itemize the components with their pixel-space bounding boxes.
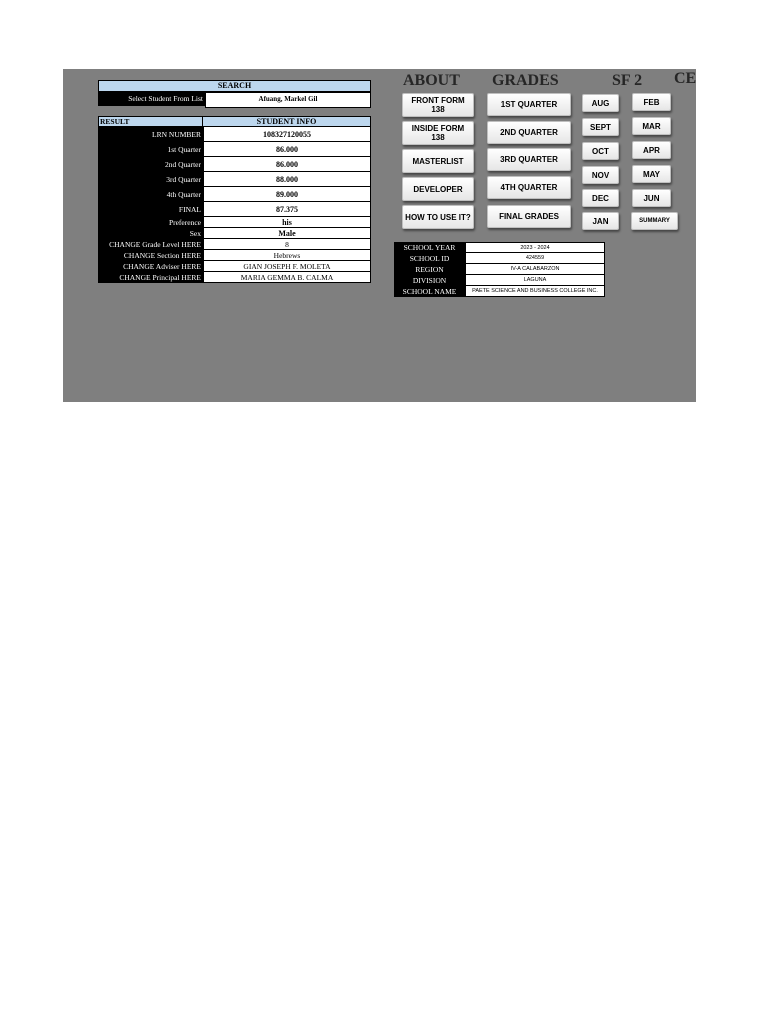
student-info-edit-cell[interactable]: Hebrews bbox=[203, 250, 371, 261]
school-info-label: SCHOOL YEAR bbox=[394, 242, 465, 253]
student-info-row: CHANGE Adviser HERE GIAN JOSEPH F. MOLETA bbox=[98, 261, 371, 272]
sf2-heading: SF 2 bbox=[612, 72, 643, 89]
3rd-quarter-button[interactable]: 3RD QUARTER bbox=[487, 148, 571, 171]
student-info-value: 87.375 bbox=[203, 202, 371, 217]
school-info-label: DIVISION bbox=[394, 275, 465, 286]
jun-button[interactable]: JUN bbox=[632, 189, 671, 207]
student-info-edit-cell[interactable]: 8 bbox=[203, 239, 371, 250]
student-info-label: Preference bbox=[98, 217, 203, 228]
student-info-label: 3rd Quarter bbox=[98, 172, 203, 187]
school-info-row: REGION IV-A CALABARZON bbox=[394, 264, 605, 275]
school-info-row: SCHOOL ID 424559 bbox=[394, 253, 605, 264]
student-info-label: FINAL bbox=[98, 202, 203, 217]
student-info-label: CHANGE Adviser HERE bbox=[98, 261, 203, 272]
feb-button[interactable]: FEB bbox=[632, 93, 671, 111]
student-info-row: CHANGE Section HERE Hebrews bbox=[98, 250, 371, 261]
school-info-row: SCHOOL YEAR 2023 - 2024 bbox=[394, 242, 605, 253]
student-info-value: 86.000 bbox=[203, 157, 371, 172]
developer-button[interactable]: DEVELOPER bbox=[402, 177, 474, 201]
summary-button[interactable]: SUMMARY bbox=[631, 212, 678, 230]
how-to-use-button[interactable]: HOW TO USE IT? bbox=[402, 205, 474, 229]
school-info-value[interactable]: 424559 bbox=[465, 253, 605, 264]
student-info-row: Sex Male bbox=[98, 228, 371, 239]
student-select-dropdown[interactable]: Afuang, Markel Gil bbox=[205, 92, 371, 108]
school-info-value[interactable]: LAGUNA bbox=[465, 275, 605, 286]
result-header-row: RESULT STUDENT INFO bbox=[98, 116, 371, 127]
school-info-label: REGION bbox=[394, 264, 465, 275]
student-info-label: Sex bbox=[98, 228, 203, 239]
certificate-heading: CE bbox=[674, 70, 696, 87]
final-grades-button[interactable]: FINAL GRADES bbox=[487, 205, 571, 228]
student-info-label: CHANGE Grade Level HERE bbox=[98, 239, 203, 250]
jan-button[interactable]: JAN bbox=[582, 212, 619, 230]
student-info-row: 2nd Quarter 86.000 bbox=[98, 157, 371, 172]
school-info-value[interactable]: 2023 - 2024 bbox=[465, 242, 605, 253]
student-info-row: 1st Quarter 86.000 bbox=[98, 142, 371, 157]
student-info-label: 4th Quarter bbox=[98, 187, 203, 202]
school-info-row: SCHOOL NAME PAETE SCIENCE AND BUSINESS CO… bbox=[394, 286, 605, 297]
sept-button[interactable]: SEPT bbox=[582, 118, 619, 136]
apr-button[interactable]: APR bbox=[632, 141, 671, 159]
school-info-value[interactable]: IV-A CALABARZON bbox=[465, 264, 605, 275]
nov-button[interactable]: NOV bbox=[582, 166, 619, 184]
4th-quarter-button[interactable]: 4TH QUARTER bbox=[487, 176, 571, 199]
search-header: SEARCH bbox=[98, 80, 371, 92]
student-info-row: LRN NUMBER 108327120055 bbox=[98, 127, 371, 142]
student-info-label: CHANGE Section HERE bbox=[98, 250, 203, 261]
select-student-label: Select Student From List bbox=[98, 92, 205, 106]
student-info-row: 3rd Quarter 88.000 bbox=[98, 172, 371, 187]
student-info-row: 4th Quarter 89.000 bbox=[98, 187, 371, 202]
student-info-header: STUDENT INFO bbox=[203, 116, 371, 127]
student-info-value: 108327120055 bbox=[203, 127, 371, 142]
student-info-row: CHANGE Principal HERE MARIA GEMMA B. CALM… bbox=[98, 272, 371, 283]
may-button[interactable]: MAY bbox=[632, 165, 671, 183]
front-form-138-button[interactable]: FRONT FORM 138 bbox=[402, 93, 474, 117]
student-info-row: CHANGE Grade Level HERE 8 bbox=[98, 239, 371, 250]
dec-button[interactable]: DEC bbox=[582, 189, 619, 207]
inside-form-138-button[interactable]: INSIDE FORM 138 bbox=[402, 121, 474, 145]
school-info-label: SCHOOL ID bbox=[394, 253, 465, 264]
student-info-row: Preference his bbox=[98, 217, 371, 228]
result-header: RESULT bbox=[98, 116, 203, 127]
student-info-value: 86.000 bbox=[203, 142, 371, 157]
masterlist-button[interactable]: MASTERLIST bbox=[402, 149, 474, 173]
student-info-value: 88.000 bbox=[203, 172, 371, 187]
2nd-quarter-button[interactable]: 2ND QUARTER bbox=[487, 121, 571, 144]
grades-heading: GRADES bbox=[492, 72, 559, 89]
student-info-label: 1st Quarter bbox=[98, 142, 203, 157]
student-info-row: FINAL 87.375 bbox=[98, 202, 371, 217]
student-info-label: CHANGE Principal HERE bbox=[98, 272, 203, 283]
student-info-edit-cell[interactable]: GIAN JOSEPH F. MOLETA bbox=[203, 261, 371, 272]
student-info-edit-cell[interactable]: MARIA GEMMA B. CALMA bbox=[203, 272, 371, 283]
1st-quarter-button[interactable]: 1ST QUARTER bbox=[487, 93, 571, 116]
school-info-value[interactable]: PAETE SCIENCE AND BUSINESS COLLEGE INC. bbox=[465, 286, 605, 297]
student-info-label: 2nd Quarter bbox=[98, 157, 203, 172]
aug-button[interactable]: AUG bbox=[582, 94, 619, 112]
student-info-label: LRN NUMBER bbox=[98, 127, 203, 142]
student-info-value: Male bbox=[203, 228, 371, 239]
student-info-value: his bbox=[203, 217, 371, 228]
oct-button[interactable]: OCT bbox=[582, 142, 619, 160]
spreadsheet-dashboard: SEARCH Select Student From List Afuang, … bbox=[63, 69, 696, 402]
student-info-value: 89.000 bbox=[203, 187, 371, 202]
search-row: Select Student From List Afuang, Markel … bbox=[98, 92, 371, 108]
about-heading: ABOUT bbox=[403, 72, 460, 89]
school-info-row: DIVISION LAGUNA bbox=[394, 275, 605, 286]
mar-button[interactable]: MAR bbox=[632, 117, 671, 135]
school-info-label: SCHOOL NAME bbox=[394, 286, 465, 297]
